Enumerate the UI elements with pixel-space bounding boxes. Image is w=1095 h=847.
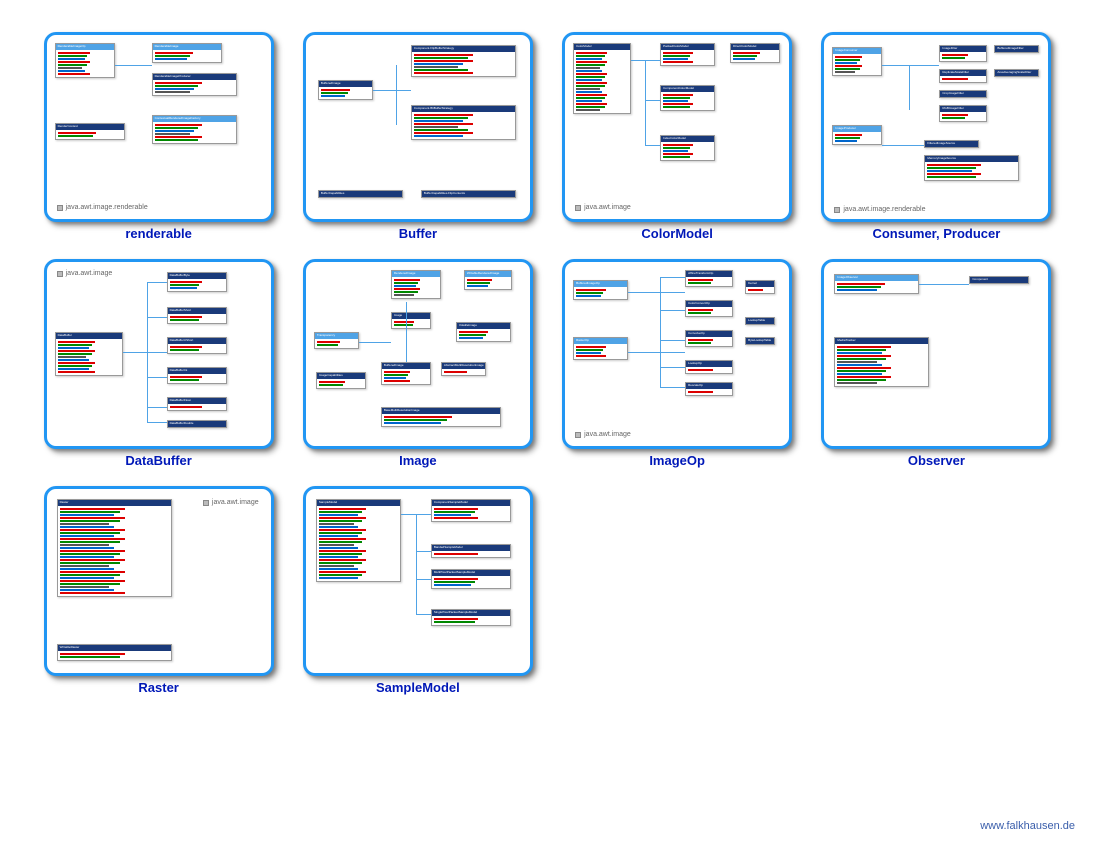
footer-link[interactable]: www.falkhausen.de	[980, 820, 1075, 832]
pkg-text: java.awt.image.renderable	[843, 206, 925, 213]
pkg-text: java.awt.image	[584, 431, 631, 438]
card-image[interactable]: RenderedImage WritableRenderedImage Imag…	[297, 259, 538, 468]
pkg-text: java.awt.image	[66, 270, 113, 277]
card-colormodel[interactable]: ColorModel PackedColorModel ComponentCol…	[557, 32, 798, 241]
thumbnail: BufferedImageOp RasterOp AffineTransform…	[562, 259, 792, 449]
card-label: ImageOp	[649, 453, 705, 468]
card-raster[interactable]: Raster WritableRaster java.awt.image Ras…	[38, 486, 279, 695]
card-label: Consumer, Producer	[872, 226, 1000, 241]
thumbnail: ImageConsumer ImageFilter BufferedImageF…	[821, 32, 1051, 222]
card-label: Buffer	[399, 226, 437, 241]
thumbnail: RenderedImage WritableRenderedImage Imag…	[303, 259, 533, 449]
thumbnail: ImageObserver Component MediaTracker	[821, 259, 1051, 449]
card-label: DataBuffer	[125, 453, 191, 468]
card-buffer[interactable]: BufferedImage Component.FlipBufferStrate…	[297, 32, 538, 241]
card-label: Image	[399, 453, 437, 468]
card-renderable[interactable]: RenderableImageOp RenderableImage Render…	[38, 32, 279, 241]
card-label: Observer	[908, 453, 965, 468]
card-imageop[interactable]: BufferedImageOp RasterOp AffineTransform…	[557, 259, 798, 468]
card-samplemodel[interactable]: SampleModel ComponentSampleModel BandedS…	[297, 486, 538, 695]
pkg-text: java.awt.image	[212, 499, 259, 506]
thumbnail: BufferedImage Component.FlipBufferStrate…	[303, 32, 533, 222]
pkg-text: java.awt.image	[584, 204, 631, 211]
card-label: Raster	[138, 680, 178, 695]
pkg-text: java.awt.image.renderable	[66, 204, 148, 211]
card-label: renderable	[125, 226, 191, 241]
thumbnail: ColorModel PackedColorModel ComponentCol…	[562, 32, 792, 222]
card-observer[interactable]: ImageObserver Component MediaTracker Obs…	[816, 259, 1057, 468]
thumbnail: java.awt.image DataBuffer DataBufferByte…	[44, 259, 274, 449]
card-label: ColorModel	[641, 226, 713, 241]
thumbnail: SampleModel ComponentSampleModel BandedS…	[303, 486, 533, 676]
thumbnail: RenderableImageOp RenderableImage Render…	[44, 32, 274, 222]
thumbnail-grid: RenderableImageOp RenderableImage Render…	[0, 0, 1095, 695]
card-consumer-producer[interactable]: ImageConsumer ImageFilter BufferedImageF…	[816, 32, 1057, 241]
card-databuffer[interactable]: java.awt.image DataBuffer DataBufferByte…	[38, 259, 279, 468]
card-label: SampleModel	[376, 680, 460, 695]
thumbnail: Raster WritableRaster java.awt.image	[44, 486, 274, 676]
